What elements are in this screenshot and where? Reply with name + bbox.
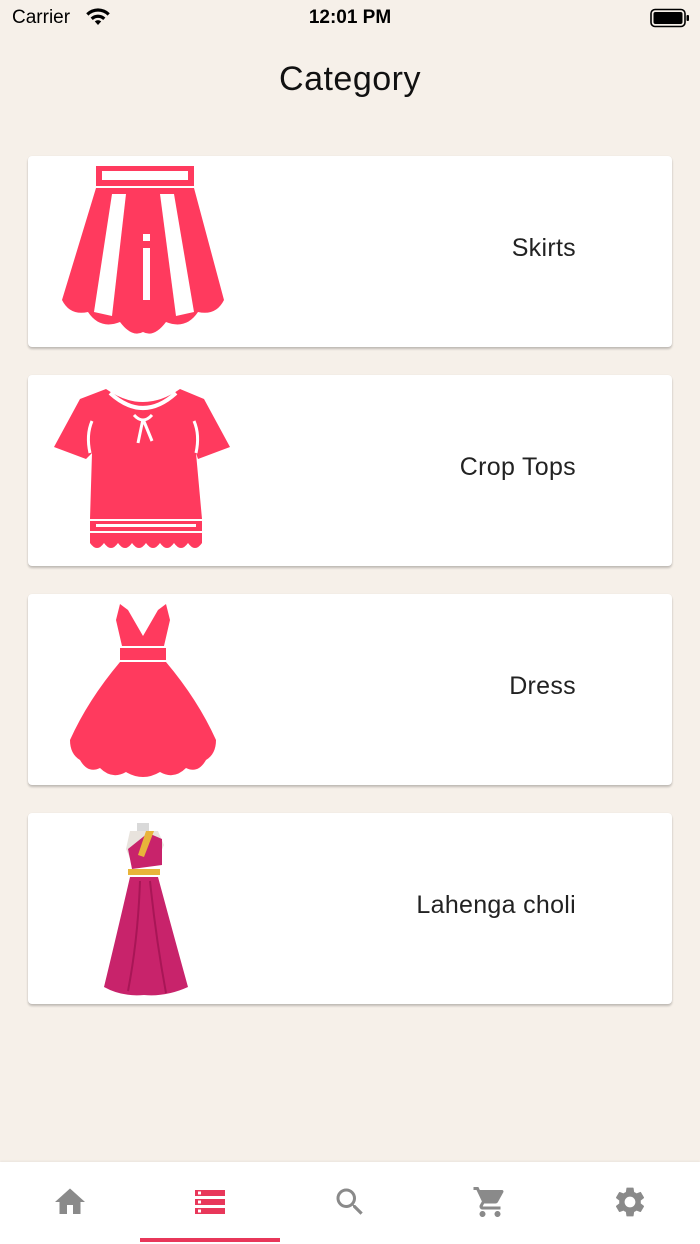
home-icon [55,1188,85,1214]
category-card-dress[interactable]: Dress [28,594,672,785]
category-list: Skirts Crop Tops Dress Lahenga choli [28,156,672,1032]
nav-home[interactable] [0,1162,140,1244]
nav-categories[interactable] [140,1162,280,1244]
bottom-nav [0,1162,700,1244]
category-label-dress: Dress [509,672,576,700]
lahenga-choli-icon [104,823,188,996]
page-title: Category [279,60,421,98]
crop-top-icon [54,389,230,548]
cart-icon [473,1187,504,1217]
skirt-icon [62,166,224,334]
active-tab-indicator [140,1238,280,1242]
category-label-lahenga-choli: Lahenga choli [416,891,576,919]
status-bar: Carrier 12:01 PM [0,0,700,36]
category-label-crop-tops: Crop Tops [459,453,576,481]
search-icon [336,1188,363,1215]
category-label-skirts: Skirts [511,234,576,262]
nav-cart[interactable] [420,1162,560,1244]
settings-gear-icon [615,1187,645,1217]
category-card-skirts[interactable]: Skirts [28,156,672,347]
nav-search[interactable] [280,1162,420,1244]
battery-icon [650,8,689,28]
nav-settings[interactable] [560,1162,700,1244]
category-card-lahenga-choli[interactable]: Lahenga choli [28,813,672,1004]
category-card-crop-tops[interactable]: Crop Tops [28,375,672,566]
category-list-icon [195,1190,225,1214]
dress-icon [70,604,216,777]
status-time: 12:01 PM [308,7,392,28]
